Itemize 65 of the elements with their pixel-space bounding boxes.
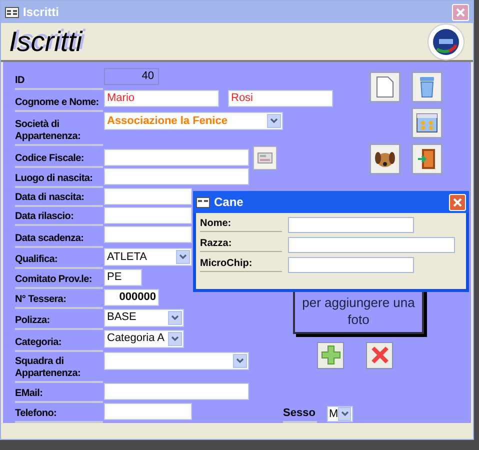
- field-label: Squadra di Appartenenza:: [15, 356, 103, 384]
- id-field: 40: [104, 68, 159, 85]
- cross-icon: [370, 345, 390, 365]
- input-field[interactable]: [104, 168, 249, 185]
- close-button[interactable]: [449, 194, 466, 210]
- page-icon: [376, 76, 394, 98]
- field-label: Codice Fiscale:: [15, 152, 103, 168]
- field-label: Polizza:: [15, 314, 103, 330]
- input-field[interactable]: [104, 226, 192, 244]
- new-record-button[interactable]: [369, 71, 401, 103]
- window-title: Iscritti: [23, 4, 60, 21]
- plus-icon: [320, 345, 340, 365]
- field-label: Data di nascita:: [15, 192, 103, 208]
- sex-dropdown[interactable]: M: [327, 406, 353, 422]
- lookup-button[interactable]: [253, 146, 277, 170]
- dropdown-field[interactable]: ATLETA: [104, 248, 192, 266]
- field-label: ID: [15, 74, 103, 90]
- input-field[interactable]: [104, 383, 249, 400]
- dog-button[interactable]: [369, 143, 401, 175]
- first-name-field[interactable]: Mario: [104, 90, 219, 107]
- add-button[interactable]: [317, 342, 344, 368]
- input-field[interactable]: 000000: [104, 288, 159, 306]
- sesso-label: Sesso: [283, 404, 317, 423]
- window-icon: [416, 113, 438, 133]
- form-icon: [196, 196, 210, 208]
- field-label: Telefono:: [15, 408, 103, 423]
- door-icon: [417, 148, 437, 170]
- field-label: Data rilascio:: [15, 211, 103, 226]
- field-label: EMail:: [15, 388, 103, 404]
- dialog-title: Cane: [214, 194, 244, 211]
- field-label: Qualifica:: [15, 254, 103, 269]
- field-label: Cognome e Nome:: [15, 96, 103, 112]
- delete-button[interactable]: [411, 71, 443, 103]
- input-field[interactable]: [104, 207, 192, 224]
- dropdown-field[interactable]: [104, 352, 249, 370]
- field-label: Luogo di nascita:: [15, 173, 103, 188]
- field-label: Società di Appartenenza:: [15, 118, 103, 146]
- input-field[interactable]: [104, 149, 249, 166]
- logo-icon: [427, 22, 465, 60]
- form-icon: [5, 6, 19, 18]
- field-label: Razza:: [200, 237, 282, 252]
- field-label: MicroChip:: [200, 257, 282, 272]
- last-name-field[interactable]: Rosi: [228, 90, 333, 107]
- form-title: Iscritti: [9, 24, 82, 58]
- list-button[interactable]: [411, 107, 443, 139]
- input-field[interactable]: [288, 257, 414, 273]
- field-label: Data scadenza:: [15, 233, 103, 248]
- field-label: Nome:: [200, 217, 282, 232]
- dropdown-field[interactable]: BASE: [104, 308, 184, 327]
- remove-button[interactable]: [366, 342, 393, 368]
- field-label: N° Tessera:: [15, 294, 103, 309]
- input-field[interactable]: [288, 237, 455, 253]
- close-icon: [453, 198, 462, 206]
- card-icon: [257, 152, 273, 164]
- field-label: Comitato Prov.le:: [15, 274, 103, 289]
- close-icon: [456, 8, 465, 16]
- dropdown-field[interactable]: Categoria A: [104, 330, 184, 348]
- input-field[interactable]: [104, 188, 192, 206]
- photo-hint: per aggiungere una foto: [301, 294, 416, 328]
- field-label: Categoria:: [15, 337, 103, 352]
- exit-button[interactable]: [411, 143, 443, 175]
- input-field[interactable]: [288, 217, 414, 233]
- trash-icon: [419, 76, 435, 98]
- input-field[interactable]: PE: [104, 268, 142, 286]
- input-field[interactable]: [104, 403, 192, 420]
